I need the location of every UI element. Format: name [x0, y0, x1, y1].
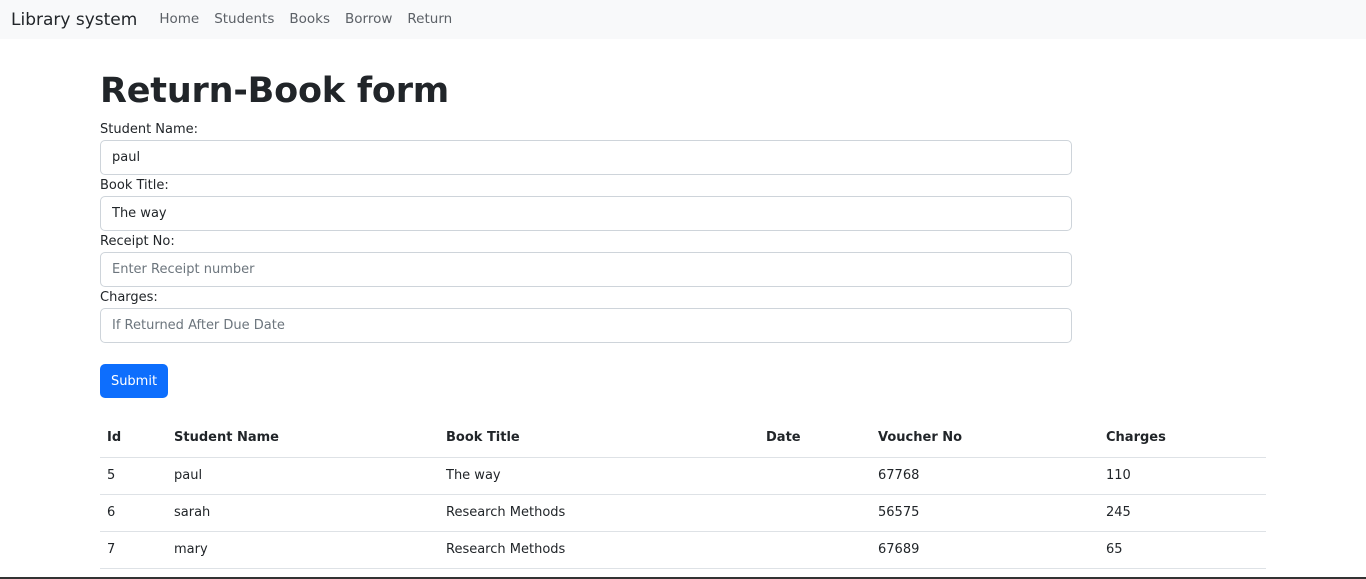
book-title-label: Book Title: [100, 178, 169, 193]
navbar: Library system Home Students Books Borro… [0, 0, 1366, 39]
header-voucher-no: Voucher No [871, 419, 1099, 458]
cell-charges: 110 [1099, 457, 1266, 495]
nav-link-return[interactable]: Return [407, 11, 452, 27]
table-row: 6 sarah Research Methods 56575 245 [100, 494, 1266, 532]
table-header-row: Id Student Name Book Title Date Voucher … [100, 419, 1266, 458]
nav-link-students[interactable]: Students [214, 11, 274, 27]
table-row: 7 mary Research Methods 67689 65 [100, 531, 1266, 569]
brand-link[interactable]: Library system [11, 10, 137, 30]
cell-date [759, 494, 871, 532]
cell-book-title: Research Methods [439, 531, 759, 569]
cell-date [759, 457, 871, 495]
cell-charges: 245 [1099, 494, 1266, 532]
page-title: Return-Book form [100, 71, 450, 111]
header-charges: Charges [1099, 419, 1266, 458]
cell-voucher-no: 56575 [871, 494, 1099, 532]
submit-button[interactable]: Submit [100, 364, 168, 398]
nav-link-home[interactable]: Home [159, 11, 199, 27]
cell-id: 6 [100, 494, 167, 532]
header-id: Id [100, 419, 167, 458]
nav-link-borrow[interactable]: Borrow [345, 11, 392, 27]
receipt-no-input[interactable] [100, 252, 1072, 287]
cell-student-name: mary [167, 531, 439, 569]
student-name-label: Student Name: [100, 122, 199, 137]
nav-link-books[interactable]: Books [289, 11, 330, 27]
cell-book-title: Research Methods [439, 494, 759, 532]
receipt-no-label: Receipt No: [100, 234, 175, 249]
student-name-input[interactable] [100, 140, 1072, 175]
charges-input[interactable] [100, 308, 1072, 343]
cell-book-title: The way [439, 457, 759, 495]
returns-table: Id Student Name Book Title Date Voucher … [100, 419, 1266, 569]
header-book-title: Book Title [439, 419, 759, 458]
header-student-name: Student Name [167, 419, 439, 458]
cell-student-name: sarah [167, 494, 439, 532]
charges-label: Charges: [100, 290, 158, 305]
cell-charges: 65 [1099, 531, 1266, 569]
table-row: 5 paul The way 67768 110 [100, 457, 1266, 495]
cell-student-name: paul [167, 457, 439, 495]
cell-voucher-no: 67768 [871, 457, 1099, 495]
cell-voucher-no: 67689 [871, 531, 1099, 569]
book-title-input[interactable] [100, 196, 1072, 231]
cell-date [759, 531, 871, 569]
header-date: Date [759, 419, 871, 458]
cell-id: 5 [100, 457, 167, 495]
cell-id: 7 [100, 531, 167, 569]
